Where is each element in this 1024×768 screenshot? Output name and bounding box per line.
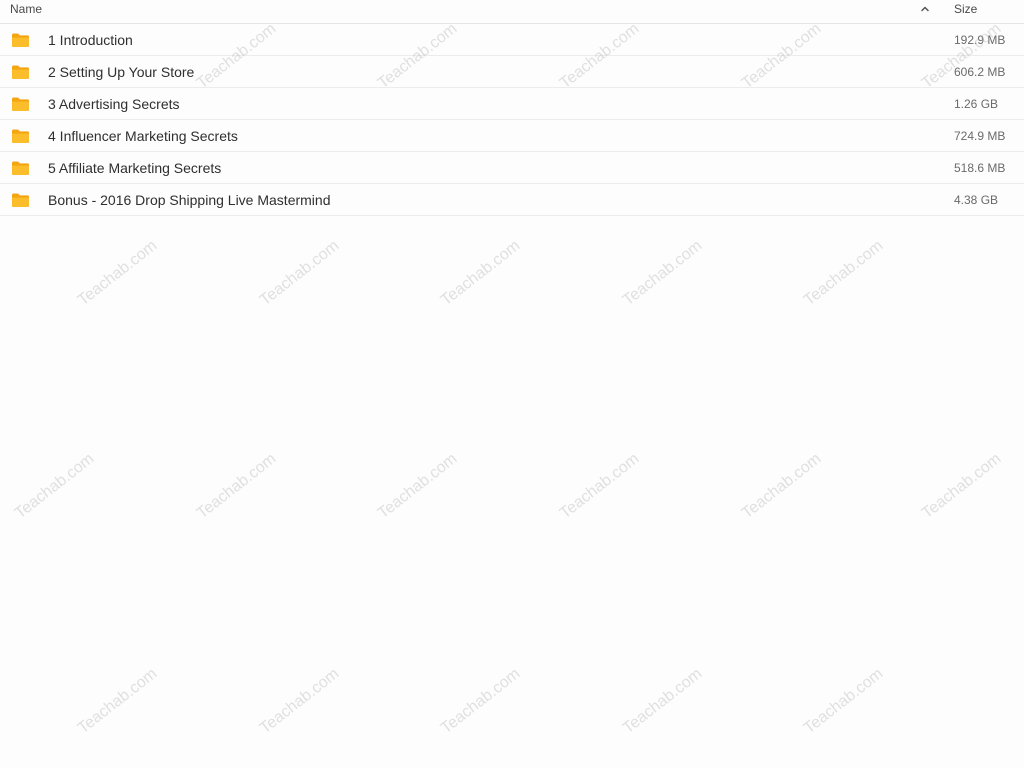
row-name: Bonus - 2016 Drop Shipping Live Mastermi… bbox=[48, 192, 331, 208]
watermark: Teachab.com bbox=[74, 237, 161, 310]
row-size: 606.2 MB bbox=[954, 65, 1006, 79]
watermark: Teachab.com bbox=[74, 665, 161, 738]
row-size: 1.26 GB bbox=[954, 97, 999, 111]
watermark: Teachab.com bbox=[556, 450, 643, 523]
row-size: 192.9 MB bbox=[954, 33, 1006, 47]
list-header: Name Size bbox=[0, 0, 1024, 24]
row-size: 4.38 GB bbox=[954, 193, 999, 207]
watermark: Teachab.com bbox=[619, 665, 706, 738]
watermark: Teachab.com bbox=[800, 665, 887, 738]
folder-icon bbox=[12, 161, 29, 175]
table-row[interactable]: 5 Affiliate Marketing Secrets 518.6 MB bbox=[0, 152, 1024, 184]
folder-icon bbox=[12, 97, 29, 111]
watermark: Teachab.com bbox=[738, 450, 825, 523]
watermark: Teachab.com bbox=[437, 237, 524, 310]
row-name: 2 Setting Up Your Store bbox=[48, 64, 195, 80]
row-name: 4 Influencer Marketing Secrets bbox=[48, 128, 238, 144]
watermark: Teachab.com bbox=[800, 237, 887, 310]
file-list: 1 Introduction 192.9 MB 2 Setting Up You… bbox=[0, 24, 1024, 216]
file-list-page: Name Size 1 Introduction 192.9 MB 2 Sett… bbox=[0, 0, 1024, 768]
folder-icon bbox=[12, 193, 29, 207]
watermark: Teachab.com bbox=[11, 450, 98, 523]
folder-icon bbox=[12, 33, 29, 47]
folder-icon bbox=[12, 65, 29, 79]
watermark: Teachab.com bbox=[193, 450, 280, 523]
row-name: 3 Advertising Secrets bbox=[48, 96, 180, 112]
row-name: 5 Affiliate Marketing Secrets bbox=[48, 160, 222, 176]
row-size: 518.6 MB bbox=[954, 161, 1006, 175]
size-column-header[interactable]: Size bbox=[954, 2, 977, 16]
table-row[interactable]: 1 Introduction 192.9 MB bbox=[0, 24, 1024, 56]
row-size: 724.9 MB bbox=[954, 129, 1006, 143]
watermark: Teachab.com bbox=[437, 665, 524, 738]
row-name: 1 Introduction bbox=[48, 32, 133, 48]
table-row[interactable]: 3 Advertising Secrets 1.26 GB bbox=[0, 88, 1024, 120]
table-row[interactable]: 4 Influencer Marketing Secrets 724.9 MB bbox=[0, 120, 1024, 152]
chevron-up-icon[interactable] bbox=[919, 3, 931, 15]
watermark: Teachab.com bbox=[256, 665, 343, 738]
folder-icon bbox=[12, 129, 29, 143]
watermark: Teachab.com bbox=[619, 237, 706, 310]
watermark: Teachab.com bbox=[918, 450, 1005, 523]
watermark: Teachab.com bbox=[374, 450, 461, 523]
table-row[interactable]: Bonus - 2016 Drop Shipping Live Mastermi… bbox=[0, 184, 1024, 216]
table-row[interactable]: 2 Setting Up Your Store 606.2 MB bbox=[0, 56, 1024, 88]
name-column-header[interactable]: Name bbox=[10, 2, 42, 16]
watermark: Teachab.com bbox=[256, 237, 343, 310]
